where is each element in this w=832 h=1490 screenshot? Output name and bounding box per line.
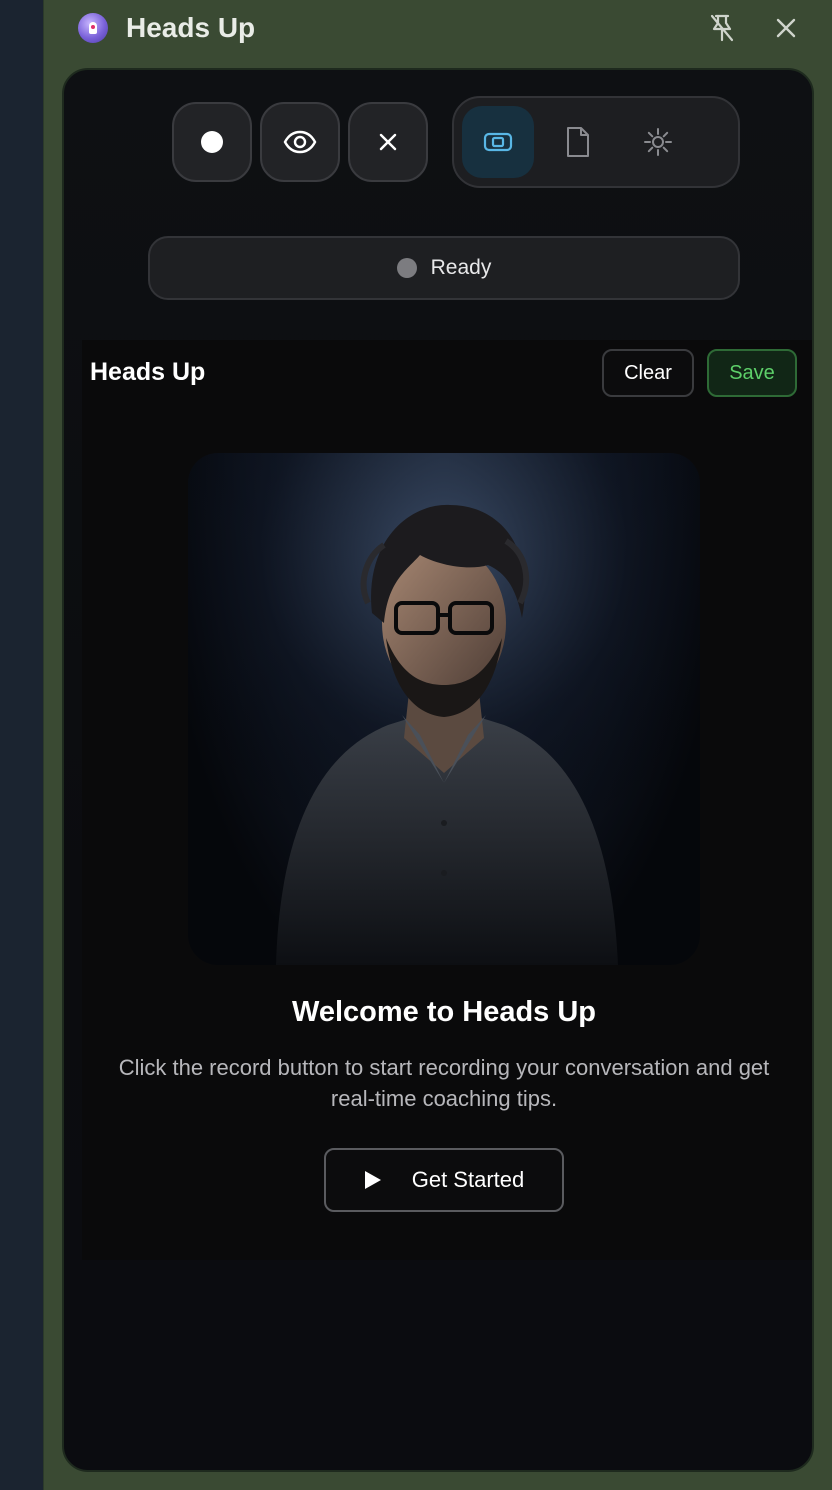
document-icon [567,127,589,157]
settings-icon [644,128,672,156]
welcome-description: Click the record button to start recordi… [118,1055,770,1111]
get-started-button[interactable]: Get Started [324,1148,564,1212]
heads-up-window: Heads Up Ready Heads Up Clear Save Welco… [44,0,832,1490]
status-dot [396,258,417,278]
main-panel: Ready Heads Up Clear Save Welcome to Hea… [62,68,814,1472]
app-logo-icon [78,13,108,43]
background-window-strip [0,0,44,1490]
record-icon [201,131,223,153]
welcome-title: Welcome to Heads Up [291,996,597,1028]
view-mode-selector [452,96,740,188]
tab-settings-view[interactable] [622,106,694,178]
tab-document-view[interactable] [542,106,614,178]
record-button[interactable] [172,102,252,182]
tab-panel-view[interactable] [462,106,534,178]
close-icon [379,133,397,151]
content-title: Heads Up [90,358,206,386]
close-icon [776,18,796,38]
title-bar: Heads Up [44,0,832,56]
status-indicator: Ready [148,236,740,300]
unpin-button[interactable] [706,12,738,44]
window-title: Heads Up [126,12,256,43]
close-window-button[interactable] [770,12,802,44]
dismiss-button[interactable] [348,102,428,182]
panel-icon [483,132,513,152]
portrait-illustration [188,453,700,965]
eye-icon [283,130,317,154]
clear-button[interactable]: Clear [602,349,694,397]
pin-off-icon [710,14,734,42]
play-icon [364,1171,381,1189]
coach-portrait-image [188,453,700,965]
view-button[interactable] [260,102,340,182]
save-button[interactable]: Save [707,349,797,397]
get-started-label: Get Started [411,1167,525,1192]
status-text: Ready [430,256,492,279]
coaching-content: Heads Up Clear Save Welcome to Heads Up … [82,340,812,1260]
